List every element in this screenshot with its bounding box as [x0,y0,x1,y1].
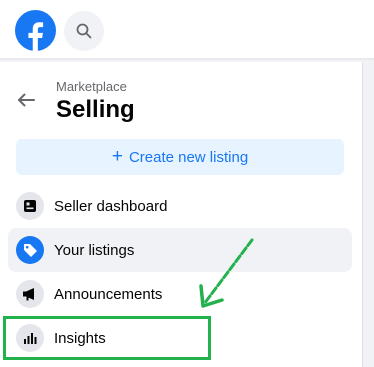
megaphone-icon [16,280,44,308]
sidebar-item-seller-dashboard[interactable]: Seller dashboard [8,184,352,228]
sidebar-item-your-listings[interactable]: Your listings [8,228,352,272]
sidebar-item-label: Announcements [54,285,163,303]
breadcrumb[interactable]: Marketplace [56,79,127,94]
sidebar-item-label: Your listings [54,241,135,259]
plus-icon: + [111,145,123,167]
annotation-highlight-box [3,316,211,360]
search-button[interactable] [64,11,104,51]
annotation-arrow-icon [199,238,254,308]
facebook-logo-icon[interactable] [15,10,56,51]
search-icon [76,23,92,39]
sidebar-item-announcements[interactable]: Announcements [8,272,352,316]
arrow-left-icon [18,93,35,107]
tag-icon [16,236,44,264]
sidebar-item-label: Seller dashboard [54,197,168,215]
dashboard-icon [16,192,44,220]
page-title: Selling [56,96,135,123]
create-new-listing-label: Create new listing [128,148,249,166]
top-bar [0,0,374,60]
back-button[interactable] [11,87,41,113]
sidebar-scrollbar[interactable] [362,62,374,367]
create-new-listing-button[interactable]: + Create new listing [16,139,344,175]
